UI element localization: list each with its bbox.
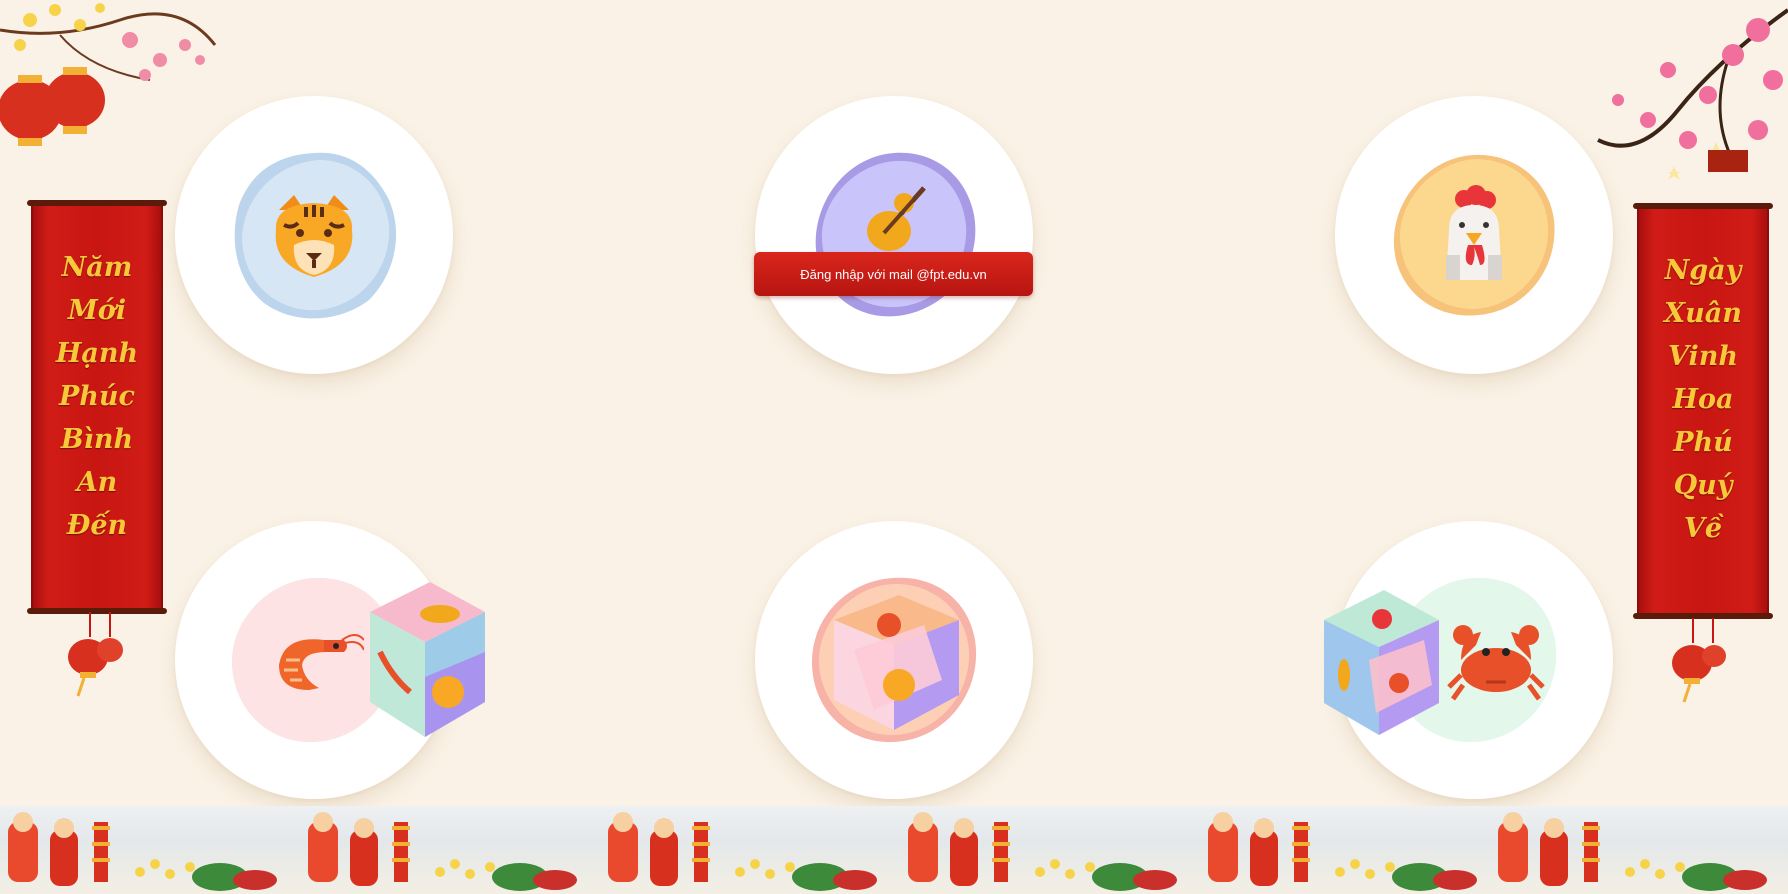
couplet-word: Ngày <box>1664 255 1742 286</box>
couplet-word: Quý <box>1673 470 1733 501</box>
couplet-scroll-left: Năm Mới Hạnh Phúc Bình An Đến <box>27 200 167 614</box>
couplet-word: Về <box>1683 513 1723 544</box>
dice-cube-icon[interactable] <box>1314 585 1449 740</box>
couplet-word: Phúc <box>58 381 135 412</box>
game-board: Năm Mới Hạnh Phúc Bình An Đến Ngày Xuân … <box>0 0 1788 894</box>
couplet-word: Vinh <box>1668 341 1738 372</box>
dice-cube-icon[interactable] <box>360 582 495 742</box>
lantern-right-icon <box>1672 618 1726 703</box>
plate-tiger[interactable] <box>175 96 453 374</box>
plate-dice[interactable] <box>755 521 1033 799</box>
blossom-branch-left-icon <box>0 3 217 146</box>
lantern-left-icon <box>68 612 123 697</box>
rooster-icon <box>1424 185 1524 285</box>
login-with-fpt-mail-button[interactable]: Đăng nhập với mail @fpt.edu.vn <box>754 252 1033 296</box>
couplet-word: Đến <box>66 510 128 541</box>
plate-rooster[interactable] <box>1335 96 1613 374</box>
couplet-word: Năm <box>61 252 133 283</box>
dice-cube-center-icon <box>824 585 964 735</box>
couplet-word: Bình <box>60 424 134 455</box>
shrimp-icon <box>264 610 364 710</box>
couplet-word: Phú <box>1673 427 1733 458</box>
gourd-icon <box>844 163 944 263</box>
plate-gourd[interactable] <box>755 96 1033 374</box>
couplet-scroll-right: Ngày Xuân Vinh Hoa Phú Quý Về <box>1633 203 1773 619</box>
couplet-word: Mới <box>67 295 127 326</box>
couplet-text-left: Năm Mới Hạnh Phúc Bình An Đến <box>33 246 161 547</box>
couplet-word: Xuân <box>1664 298 1742 329</box>
crab-icon <box>1441 610 1551 710</box>
couplet-word: Hoa <box>1672 384 1734 415</box>
tiger-icon <box>264 185 364 285</box>
tet-festival-border-icon <box>8 812 1767 891</box>
couplet-word: An <box>76 467 118 498</box>
couplet-text-right: Ngày Xuân Vinh Hoa Phú Quý Về <box>1639 249 1767 550</box>
couplet-word: Hạnh <box>55 338 139 369</box>
